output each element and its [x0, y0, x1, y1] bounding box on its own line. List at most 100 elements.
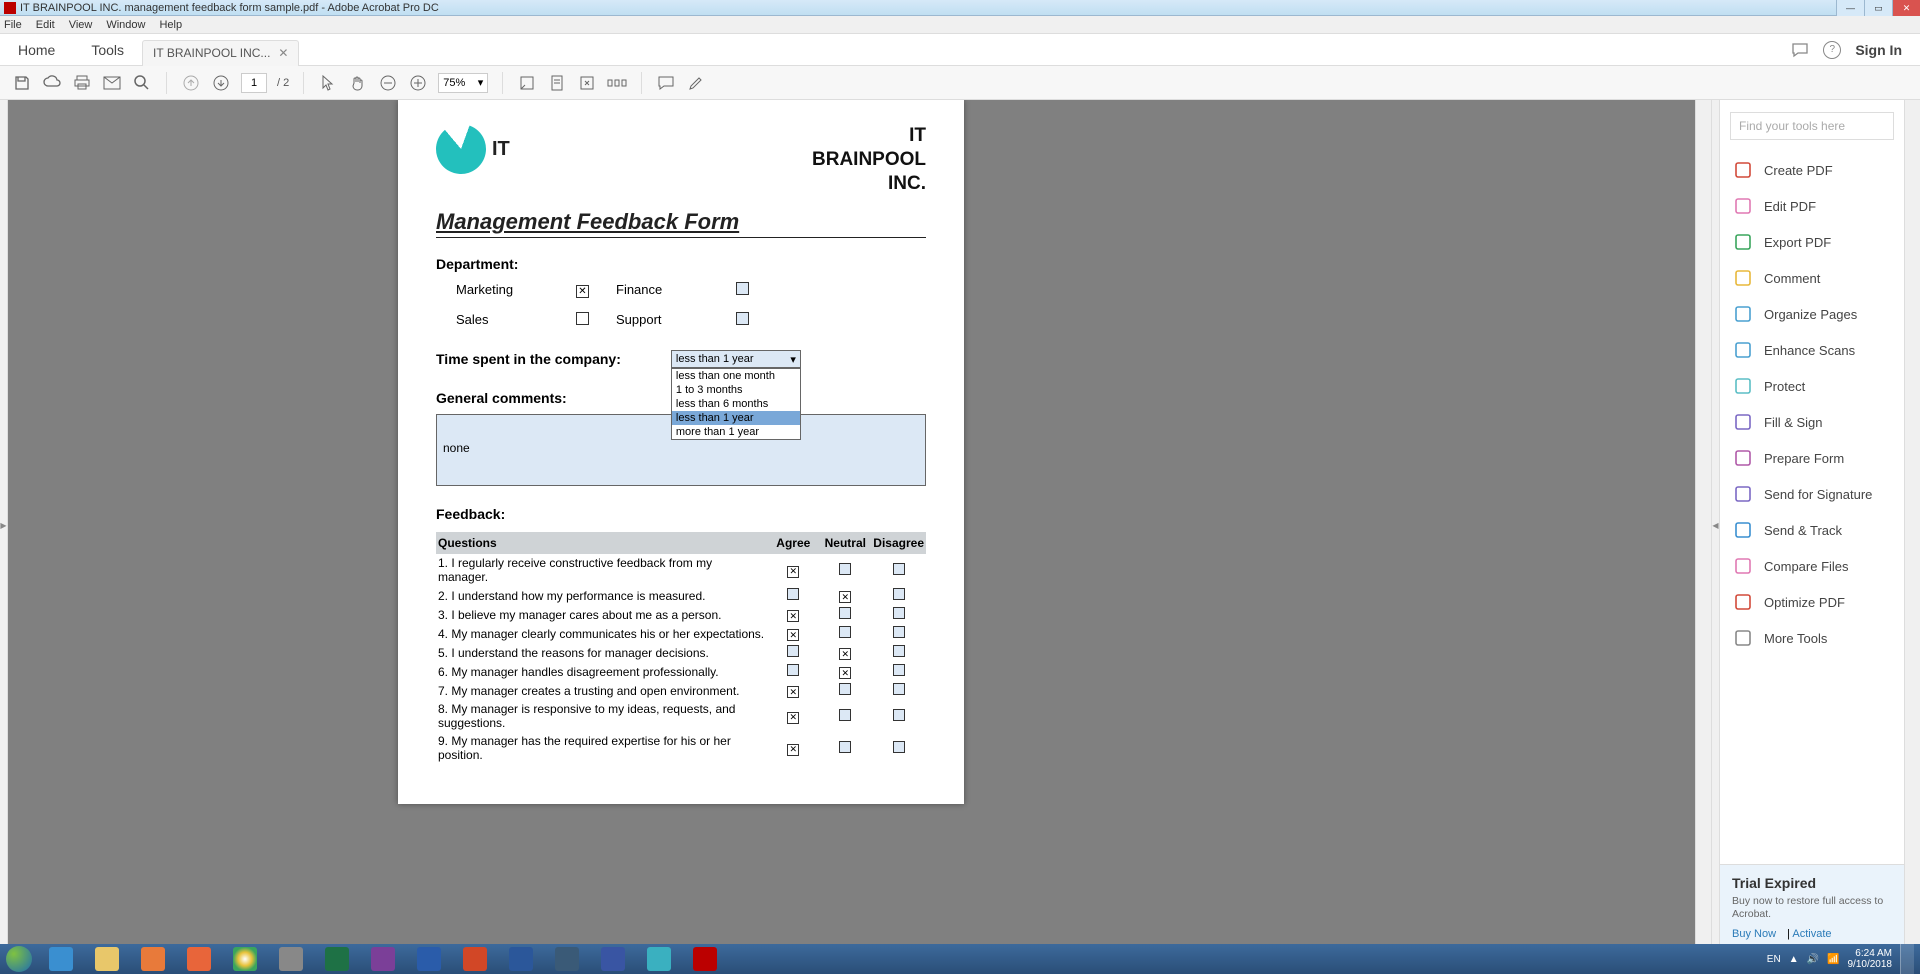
notifications-icon[interactable]	[1791, 42, 1809, 58]
page-up-icon[interactable]	[181, 73, 201, 93]
tool-compare-files[interactable]: Compare Files	[1720, 548, 1904, 584]
document-tab[interactable]: IT BRAINPOOL INC... ✕	[142, 40, 299, 66]
zoom-in-icon[interactable]	[408, 73, 428, 93]
feedback-checkbox[interactable]	[893, 563, 905, 575]
feedback-checkbox[interactable]	[893, 626, 905, 638]
show-desktop-button[interactable]	[1900, 944, 1914, 974]
menu-view[interactable]: View	[69, 19, 93, 31]
feedback-checkbox[interactable]	[839, 563, 851, 575]
taskbar-outlook[interactable]	[406, 944, 452, 974]
time-option[interactable]: more than 1 year	[672, 425, 800, 439]
taskbar-media[interactable]	[130, 944, 176, 974]
taskbar-explorer[interactable]	[84, 944, 130, 974]
tool-create-pdf[interactable]: Create PDF	[1720, 152, 1904, 188]
tool-enhance-scans[interactable]: Enhance Scans	[1720, 332, 1904, 368]
tray-network-icon[interactable]: 📶	[1827, 954, 1839, 965]
hand-icon[interactable]	[348, 73, 368, 93]
taskbar-word[interactable]	[498, 944, 544, 974]
left-panel-toggle[interactable]: ▶	[0, 100, 8, 950]
taskbar-visio[interactable]	[590, 944, 636, 974]
feedback-checkbox[interactable]	[893, 741, 905, 753]
feedback-checkbox[interactable]	[893, 607, 905, 619]
tray-sound-icon[interactable]: 🔊	[1807, 954, 1819, 965]
feedback-checkbox[interactable]	[893, 588, 905, 600]
feedback-checkbox[interactable]	[787, 664, 799, 676]
taskbar-app3[interactable]	[636, 944, 682, 974]
zoom-out-icon[interactable]	[378, 73, 398, 93]
feedback-checkbox[interactable]	[839, 607, 851, 619]
feedback-checkbox[interactable]	[839, 741, 851, 753]
tool-organize-pages[interactable]: Organize Pages	[1720, 296, 1904, 332]
tool-send-track[interactable]: Send & Track	[1720, 512, 1904, 548]
document-canvas[interactable]: IT ITBRAINPOOLINC. Management Feedback F…	[8, 100, 1695, 950]
start-button[interactable]	[0, 944, 38, 974]
rotate-icon[interactable]	[577, 73, 597, 93]
tool-export-pdf[interactable]: Export PDF	[1720, 224, 1904, 260]
feedback-checkbox[interactable]	[839, 709, 851, 721]
menu-window[interactable]: Window	[106, 19, 145, 31]
page-down-icon[interactable]	[211, 73, 231, 93]
document-tab-close-icon[interactable]: ✕	[278, 46, 288, 60]
help-icon[interactable]: ?	[1823, 41, 1841, 59]
time-dropdown-list[interactable]: less than one month1 to 3 monthsless tha…	[671, 368, 801, 440]
taskbar-ie[interactable]	[38, 944, 84, 974]
fit-page-icon[interactable]	[547, 73, 567, 93]
feedback-checkbox[interactable]	[839, 626, 851, 638]
feedback-checkbox[interactable]	[787, 645, 799, 657]
dept-checkbox-finance[interactable]	[736, 282, 749, 295]
tool-protect[interactable]: Protect	[1720, 368, 1904, 404]
canvas-scrollbar[interactable]	[1695, 100, 1711, 950]
feedback-checkbox[interactable]: ✕	[787, 629, 799, 641]
page-number-input[interactable]	[241, 73, 267, 93]
taskbar-chrome[interactable]	[222, 944, 268, 974]
tool-fill-sign[interactable]: Fill & Sign	[1720, 404, 1904, 440]
tools-tab[interactable]: Tools	[73, 34, 142, 65]
time-option[interactable]: 1 to 3 months	[672, 383, 800, 397]
close-button[interactable]: ✕	[1892, 0, 1920, 16]
search-icon[interactable]	[132, 73, 152, 93]
maximize-button[interactable]: ▭	[1864, 0, 1892, 16]
taskbar-app2[interactable]	[544, 944, 590, 974]
tool-prepare-form[interactable]: Prepare Form	[1720, 440, 1904, 476]
time-option[interactable]: less than one month	[672, 369, 800, 383]
feedback-checkbox[interactable]	[839, 683, 851, 695]
time-option[interactable]: less than 6 months	[672, 397, 800, 411]
dept-checkbox-support[interactable]	[736, 312, 749, 325]
feedback-checkbox[interactable]: ✕	[839, 667, 851, 679]
menu-edit[interactable]: Edit	[36, 19, 55, 31]
menu-file[interactable]: File	[4, 19, 22, 31]
dept-checkbox-marketing[interactable]: ✕	[576, 285, 589, 298]
pointer-icon[interactable]	[318, 73, 338, 93]
taskbar-excel[interactable]	[314, 944, 360, 974]
print-icon[interactable]	[72, 73, 92, 93]
zoom-dropdown[interactable]: 75%▾	[438, 73, 488, 93]
taskbar-app1[interactable]	[268, 944, 314, 974]
feedback-checkbox[interactable]	[893, 664, 905, 676]
tools-search[interactable]: Find your tools here	[1730, 112, 1894, 140]
feedback-checkbox[interactable]	[787, 588, 799, 600]
taskbar-acrobat[interactable]	[682, 944, 728, 974]
taskbar-powerpoint[interactable]	[452, 944, 498, 974]
time-option[interactable]: less than 1 year	[672, 411, 800, 425]
buy-now-link[interactable]: Buy Now	[1732, 928, 1776, 940]
feedback-checkbox[interactable]: ✕	[839, 648, 851, 660]
tool-comment[interactable]: Comment	[1720, 260, 1904, 296]
feedback-checkbox[interactable]	[893, 709, 905, 721]
right-panel-toggle[interactable]: ◀	[1711, 100, 1719, 950]
feedback-checkbox[interactable]: ✕	[787, 744, 799, 756]
feedback-checkbox[interactable]: ✕	[787, 566, 799, 578]
feedback-checkbox[interactable]	[893, 645, 905, 657]
taskbar-onenote[interactable]	[360, 944, 406, 974]
tool-optimize-pdf[interactable]: Optimize PDF	[1720, 584, 1904, 620]
feedback-checkbox[interactable]	[893, 683, 905, 695]
sidepanel-scrollbar[interactable]	[1904, 100, 1920, 950]
taskbar-firefox[interactable]	[176, 944, 222, 974]
comment-icon[interactable]	[656, 73, 676, 93]
feedback-checkbox[interactable]: ✕	[839, 591, 851, 603]
system-tray[interactable]: EN ▲ 🔊 📶 6:24 AM 9/10/2018	[1767, 944, 1920, 974]
save-icon[interactable]	[12, 73, 32, 93]
feedback-checkbox[interactable]: ✕	[787, 712, 799, 724]
feedback-checkbox[interactable]: ✕	[787, 610, 799, 622]
feedback-checkbox[interactable]: ✕	[787, 686, 799, 698]
tool-send-for-signature[interactable]: Send for Signature	[1720, 476, 1904, 512]
